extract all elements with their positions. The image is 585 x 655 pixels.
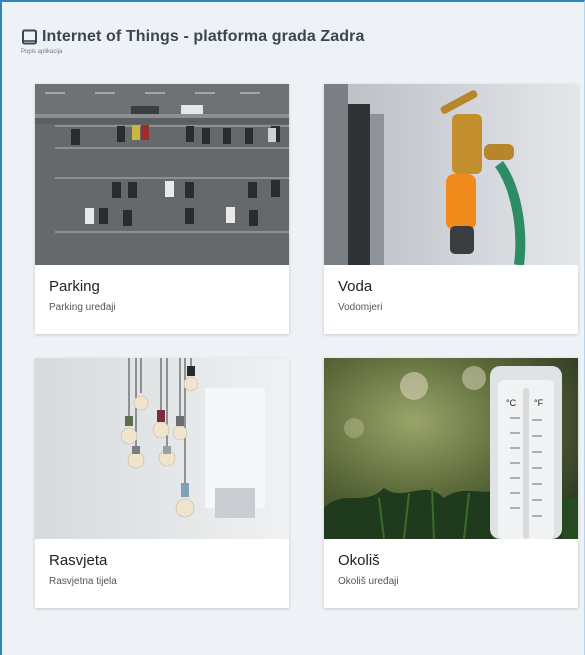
card-title: Voda bbox=[338, 278, 373, 295]
card-description: Parking uređaji bbox=[49, 302, 116, 313]
card-body: Okoliš Okoliš uređaji bbox=[324, 539, 578, 600]
card-description: Vodomjeri bbox=[338, 302, 383, 313]
light-bulbs-photo bbox=[35, 358, 289, 539]
card-body: Voda Vodomjeri bbox=[324, 265, 578, 326]
water-tap-photo bbox=[324, 84, 578, 265]
app-card-parking[interactable]: Parking Parking uređaji bbox=[35, 84, 289, 334]
tablet-icon bbox=[21, 29, 38, 46]
app-card-rasvjeta[interactable]: Rasvjeta Rasvjetna tijela bbox=[35, 358, 289, 608]
card-description: Rasvjetna tijela bbox=[49, 576, 117, 587]
card-title: Okoliš bbox=[338, 552, 380, 569]
app-card-voda[interactable]: Voda Vodomjeri bbox=[324, 84, 578, 334]
card-title: Rasvjeta bbox=[49, 552, 108, 569]
app-frame: Internet of Things - platforma grada Zad… bbox=[0, 0, 585, 655]
card-description: Okoliš uređaji bbox=[338, 576, 399, 587]
svg-text:°F: °F bbox=[534, 398, 544, 408]
card-body: Parking Parking uređaji bbox=[35, 265, 289, 326]
app-card-okolis[interactable]: °C °F Okoliš Okoliš uređaji bbox=[324, 358, 578, 608]
parking-lot-photo bbox=[35, 84, 289, 265]
page-title: Internet of Things - platforma grada Zad… bbox=[42, 28, 365, 45]
title-row: Internet of Things - platforma grada Zad… bbox=[21, 28, 364, 46]
page-header: Internet of Things - platforma grada Zad… bbox=[21, 28, 364, 55]
page-subtitle: Popis aplikacija bbox=[21, 49, 63, 55]
card-title: Parking bbox=[49, 278, 100, 295]
card-body: Rasvjeta Rasvjetna tijela bbox=[35, 539, 289, 600]
svg-text:°C: °C bbox=[506, 398, 517, 408]
thermometer-photo: °C °F bbox=[324, 358, 578, 539]
